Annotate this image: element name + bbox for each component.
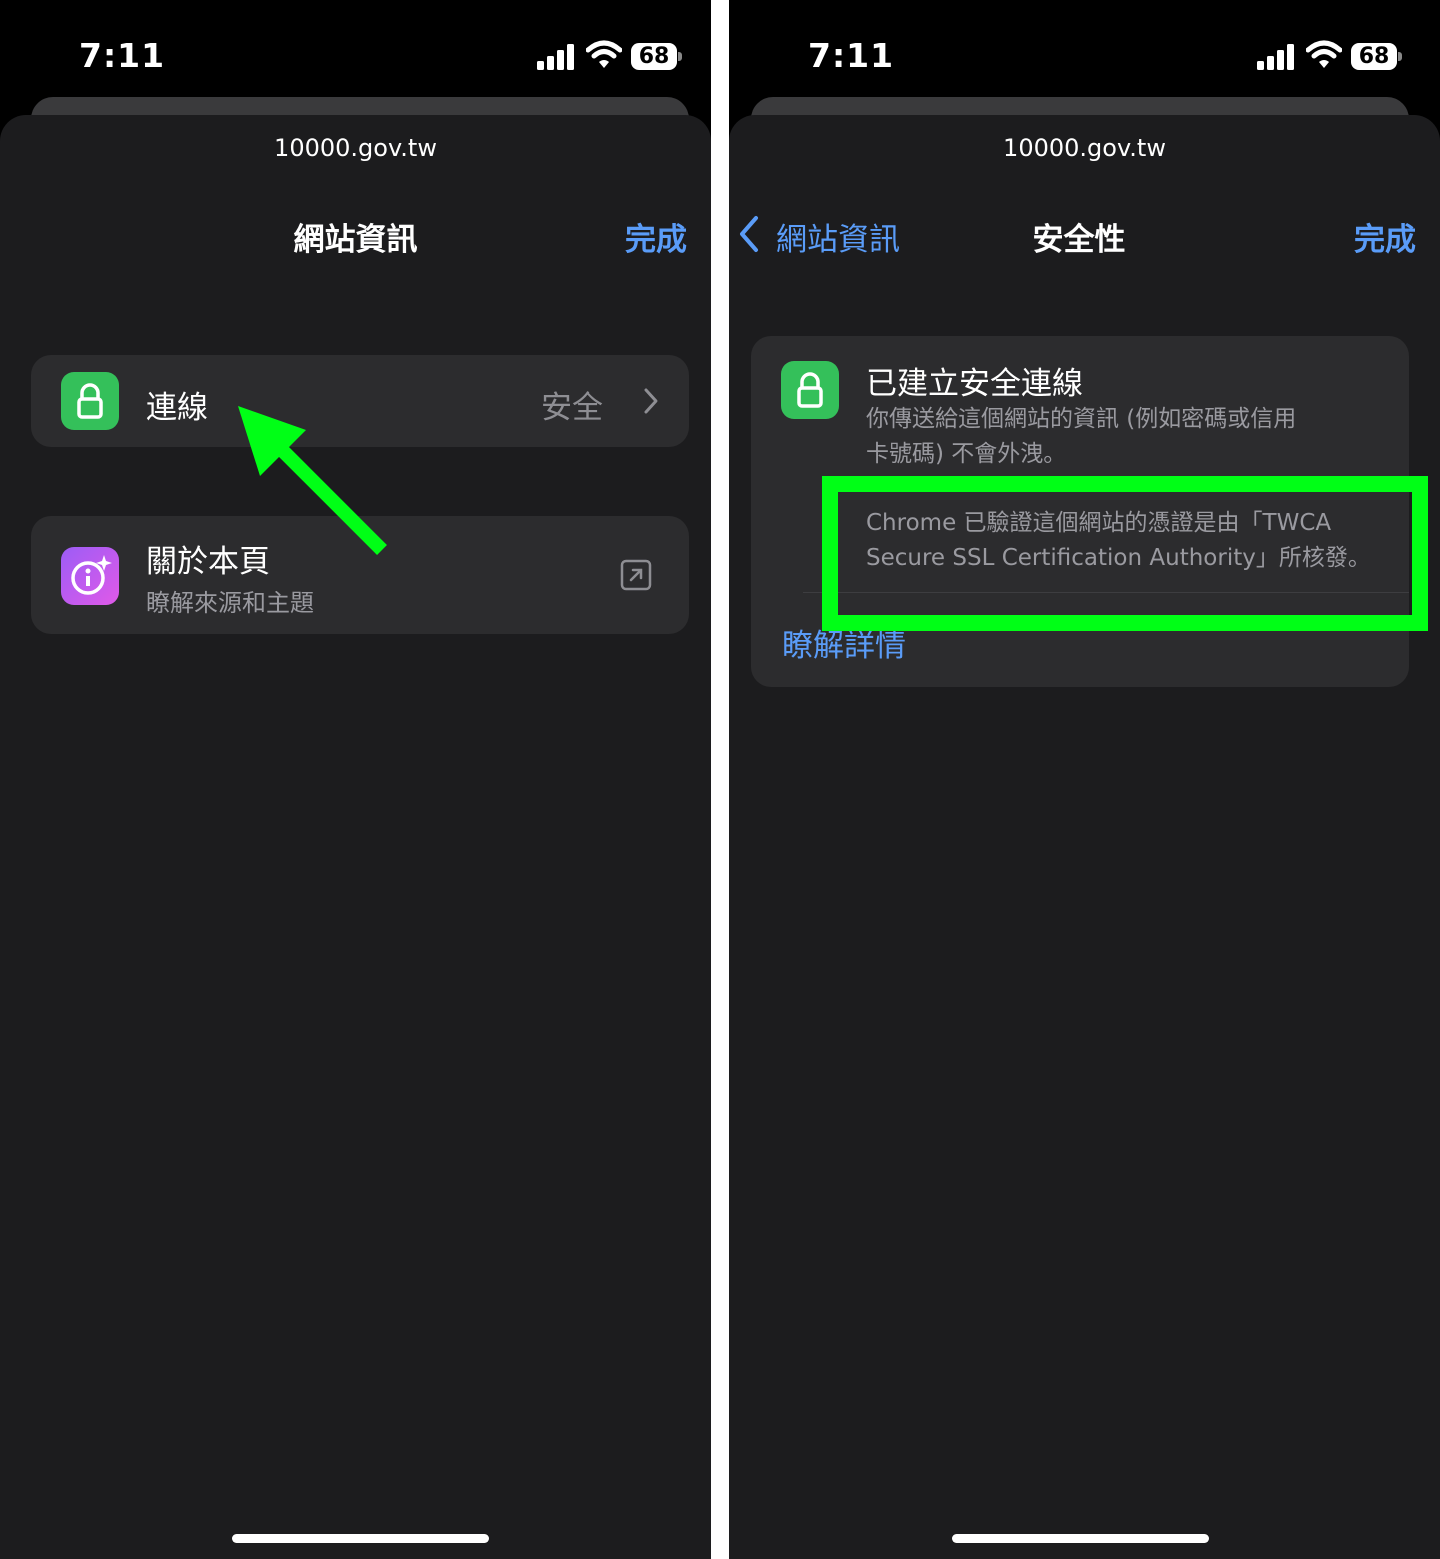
secure-connection-title: 已建立安全連線 <box>866 366 1083 402</box>
about-page-sublabel: 瞭解來源和主題 <box>146 589 314 617</box>
done-button[interactable]: 完成 <box>1354 214 1416 259</box>
lock-icon <box>61 372 119 430</box>
highlight-box <box>822 476 1428 631</box>
connection-label: 連線 <box>146 390 208 426</box>
battery-icon: 68 <box>1351 43 1402 70</box>
home-indicator <box>232 1534 489 1543</box>
signal-icon <box>1257 44 1294 70</box>
chevron-left-icon[interactable] <box>737 214 761 254</box>
back-button[interactable]: 網站資訊 <box>776 214 900 259</box>
wifi-icon <box>586 40 622 68</box>
open-external-icon <box>620 559 652 591</box>
done-button[interactable]: 完成 <box>625 214 687 259</box>
page-title: 網站資訊 <box>293 222 418 258</box>
secure-connection-description: 你傳送給這個網站的資訊 (例如密碼或信用卡號碼) 不會外洩。 <box>866 406 1297 467</box>
lock-icon <box>781 361 839 419</box>
battery-icon: 68 <box>631 43 682 70</box>
chevron-right-icon <box>644 388 658 414</box>
connection-status: 安全 <box>541 390 603 426</box>
annotation-arrow <box>238 406 387 555</box>
wifi-icon <box>1306 40 1342 68</box>
left-screen: 7:11 68 10000.gov.tw 網站資訊 完成 連線 安全 關於本頁 … <box>0 0 711 1559</box>
info-sparkle-icon <box>61 547 119 605</box>
status-time: 7:11 <box>79 36 166 75</box>
right-screen: 7:11 68 10000.gov.tw 網站資訊 安全性 完成 已建立安全連線… <box>729 0 1440 1559</box>
battery-level: 68 <box>631 43 677 70</box>
status-time: 7:11 <box>808 36 895 75</box>
site-url: 10000.gov.tw <box>274 134 437 162</box>
site-info-sheet <box>0 115 711 1559</box>
signal-icon <box>537 44 574 70</box>
page-title: 安全性 <box>1032 222 1126 258</box>
security-sheet <box>729 115 1440 1559</box>
battery-level: 68 <box>1351 43 1397 70</box>
site-url: 10000.gov.tw <box>1003 134 1166 162</box>
home-indicator <box>952 1534 1209 1543</box>
